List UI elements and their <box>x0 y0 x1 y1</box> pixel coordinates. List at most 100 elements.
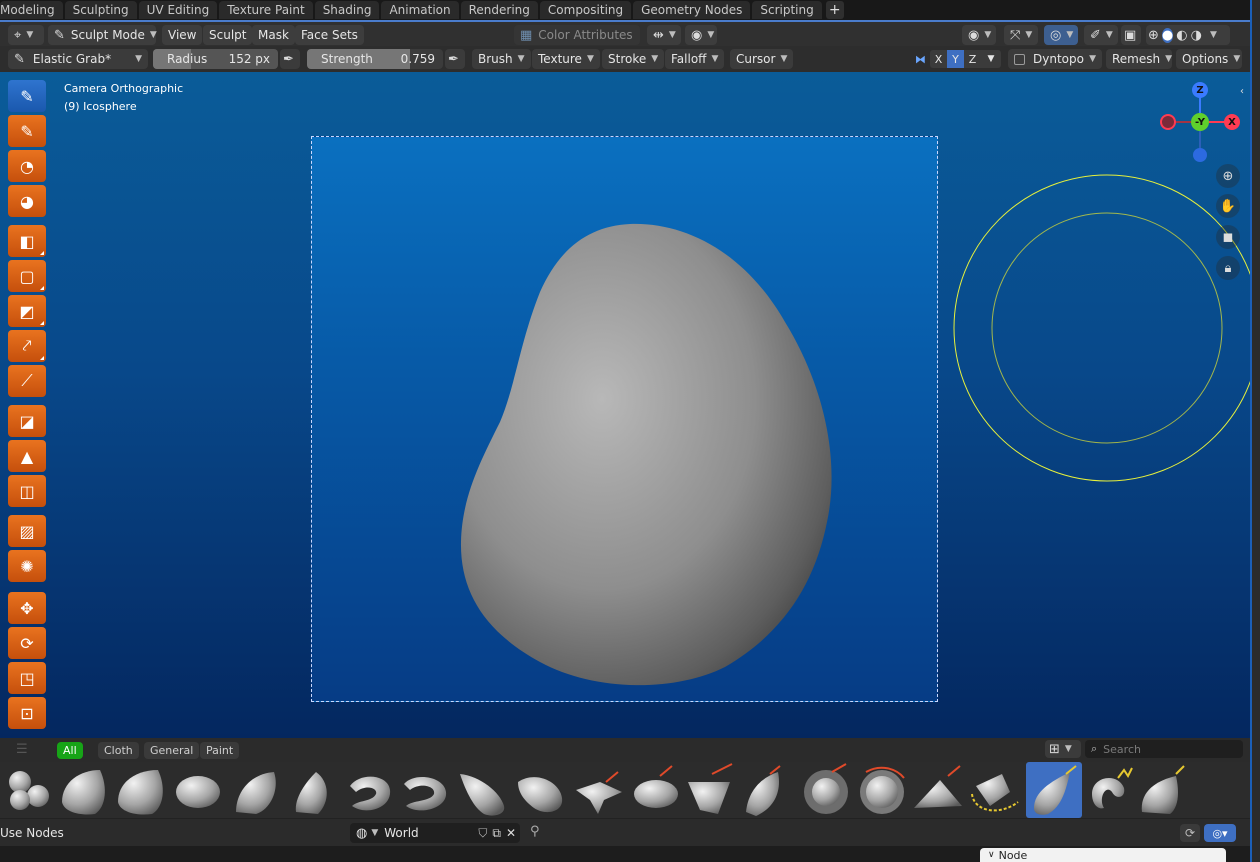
menu-stroke[interactable]: Stroke ▼ <box>602 49 665 69</box>
collapse-sidebar-icon[interactable]: ‹ <box>1240 86 1244 97</box>
menu-cursor[interactable]: Cursor ▼ <box>730 49 794 69</box>
gizmo-neg-y-axis[interactable]: -Y <box>1191 113 1209 131</box>
mode-selector[interactable]: ✎ Sculpt Mode ▼ <box>48 25 157 45</box>
xray-button[interactable]: ✐ ▼ <box>1084 25 1118 45</box>
brush-blob[interactable] <box>9 771 49 810</box>
tool-mask-by-color[interactable]: ✺ <box>8 550 46 582</box>
lock-icon[interactable]: 🔒︎ <box>1216 256 1240 280</box>
tool-color-filter[interactable]: ◫ <box>8 475 46 507</box>
brush-flatten[interactable] <box>576 782 622 814</box>
close-icon[interactable]: ✕ <box>506 826 516 840</box>
duplicate-icon[interactable]: ⧉ <box>492 826 501 841</box>
brush-grab[interactable] <box>634 780 678 808</box>
brush-rotate[interactable] <box>976 774 1010 806</box>
strength-slider[interactable]: Strength 0.759 <box>307 49 443 69</box>
axis-options-dropdown[interactable]: ▼ <box>981 50 1001 68</box>
brush-mask[interactable] <box>746 772 780 816</box>
shelf-menu-icon[interactable]: ☰ <box>16 742 28 757</box>
gizmo-neg-z-axis[interactable] <box>1193 148 1207 162</box>
tool-line-project[interactable]: ⟋ <box>8 365 46 397</box>
radius-pressure-button[interactable]: ✒ <box>280 49 300 69</box>
axis-x-toggle[interactable]: X <box>930 50 947 68</box>
tab-sculpting[interactable]: Sculpting <box>64 1 137 19</box>
camera-view-icon[interactable]: ◼ <box>1216 225 1240 249</box>
menu-falloff[interactable]: Falloff ▼ <box>665 49 725 69</box>
gizmo-toggle-button[interactable]: ⤧ ▼ <box>1004 25 1038 45</box>
brush-elastic-deform[interactable] <box>460 774 505 816</box>
pin-icon[interactable]: ⚲ <box>530 824 540 839</box>
toggle-xray-button[interactable]: ▣ <box>1121 25 1141 45</box>
solid-shading-icon[interactable]: ● <box>1161 27 1174 43</box>
tab-compositing[interactable]: Compositing <box>539 1 632 19</box>
material-shading-icon[interactable]: ◐ <box>1176 28 1187 43</box>
tool-draw[interactable]: ✎ <box>8 80 46 112</box>
tool-scale[interactable]: ◳ <box>8 662 46 694</box>
pivot-button[interactable]: ◉ ▼ <box>685 25 717 45</box>
snap-icon[interactable]: ⟳ <box>1180 824 1200 842</box>
fake-user-icon[interactable]: ⛉ <box>478 826 487 841</box>
menu-brush[interactable]: Brush ▼ <box>472 49 531 69</box>
brush-draw-sharp[interactable] <box>404 777 447 811</box>
brush-thumb[interactable] <box>1141 776 1178 814</box>
overlay-icon[interactable]: ◎▾ <box>1204 824 1236 842</box>
tool-sample-color[interactable]: ◕ <box>8 185 46 217</box>
tool-box-face-set[interactable]: ◩ <box>8 295 46 327</box>
tab-texture-paint[interactable]: Texture Paint <box>219 1 313 19</box>
shelf-display-button[interactable]: ⊞ ▼ <box>1045 740 1081 758</box>
brush-clay-strips[interactable] <box>118 770 163 815</box>
axis-z-toggle[interactable]: Z <box>964 50 981 68</box>
dyntopo-checkbox[interactable] <box>1014 53 1025 65</box>
axis-y-toggle[interactable]: Y <box>947 50 964 68</box>
tool-paint[interactable]: ✎ <box>8 115 46 147</box>
brush-crease-polish[interactable] <box>236 772 276 814</box>
tool-box-mask[interactable]: ◧ <box>8 225 46 257</box>
tool-edit-face-set[interactable]: ▨ <box>8 515 46 547</box>
brush-layer[interactable] <box>688 782 730 814</box>
brush-crease-sharp[interactable] <box>295 772 327 814</box>
navigation-gizmo[interactable]: Z -Y X <box>1158 82 1242 166</box>
brush-snake-hook[interactable] <box>1092 777 1125 809</box>
menu-texture[interactable]: Texture ▼ <box>532 49 600 69</box>
brush-clay[interactable] <box>62 770 105 815</box>
shelf-category-all[interactable]: All <box>57 742 83 759</box>
world-selector[interactable]: ◍ ▼ World ⛉ ⧉ ✕ <box>350 823 520 843</box>
gizmo-z-axis[interactable]: Z <box>1192 82 1208 98</box>
radius-slider[interactable]: Radius 152 px <box>153 49 278 69</box>
tool-move[interactable]: ✥ <box>8 592 46 624</box>
brush-fill[interactable] <box>518 777 563 813</box>
menu-mask[interactable]: Mask <box>252 25 295 45</box>
brush-clay-thumb[interactable] <box>176 776 220 808</box>
wireframe-shading-icon[interactable]: ⊕ <box>1148 28 1159 43</box>
gizmo-x-axis[interactable]: X <box>1224 114 1240 130</box>
gizmo-neg-x-axis[interactable] <box>1160 114 1176 130</box>
tool-box-trim[interactable]: ⤤ <box>8 330 46 362</box>
tab-geometry-nodes[interactable]: Geometry Nodes <box>633 1 751 19</box>
tab-modeling[interactable]: Modeling <box>0 1 63 19</box>
tab-shading[interactable]: Shading <box>314 1 380 19</box>
tab-scripting[interactable]: Scripting <box>752 1 822 19</box>
menu-sculpt[interactable]: Sculpt <box>203 25 253 45</box>
use-nodes-label[interactable]: Use Nodes <box>0 826 64 840</box>
tool-transform[interactable]: ⊡ <box>8 697 46 729</box>
symmetry-button[interactable]: ⇹ ▼ <box>647 25 681 45</box>
shelf-search-input[interactable]: ⌕ Search <box>1085 740 1243 758</box>
shelf-category-cloth[interactable]: Cloth <box>98 742 139 759</box>
tool-box-hide[interactable]: ▢ <box>8 260 46 292</box>
shelf-category-general[interactable]: General <box>144 742 200 759</box>
rendered-shading-icon[interactable]: ◑ <box>1191 28 1202 43</box>
menu-view[interactable]: View <box>162 25 203 45</box>
pan-hand-icon[interactable]: ✋ <box>1216 194 1240 218</box>
strength-pressure-button[interactable]: ✒ <box>445 49 465 69</box>
tab-uv-editing[interactable]: UV Editing <box>138 1 218 19</box>
dyntopo-toggle[interactable]: Dyntopo ▼ <box>1008 49 1102 69</box>
menu-face-sets[interactable]: Face Sets <box>295 25 364 45</box>
tool-rotate[interactable]: ⟳ <box>8 627 46 659</box>
tool-mesh-filter[interactable]: ◪ <box>8 405 46 437</box>
shelf-category-paint[interactable]: Paint <box>200 742 240 759</box>
brush-selector[interactable]: ✎ Elastic Grab* ▼ <box>8 49 148 69</box>
chevron-down-icon[interactable]: ▼ <box>1210 30 1217 40</box>
tool-cloth-filter[interactable]: ▲ <box>8 440 46 472</box>
visibility-button[interactable]: ◉ ▼ <box>962 25 996 45</box>
node-panel-tab[interactable]: ∨ Node <box>980 848 1226 862</box>
tab-rendering[interactable]: Rendering <box>460 1 538 19</box>
